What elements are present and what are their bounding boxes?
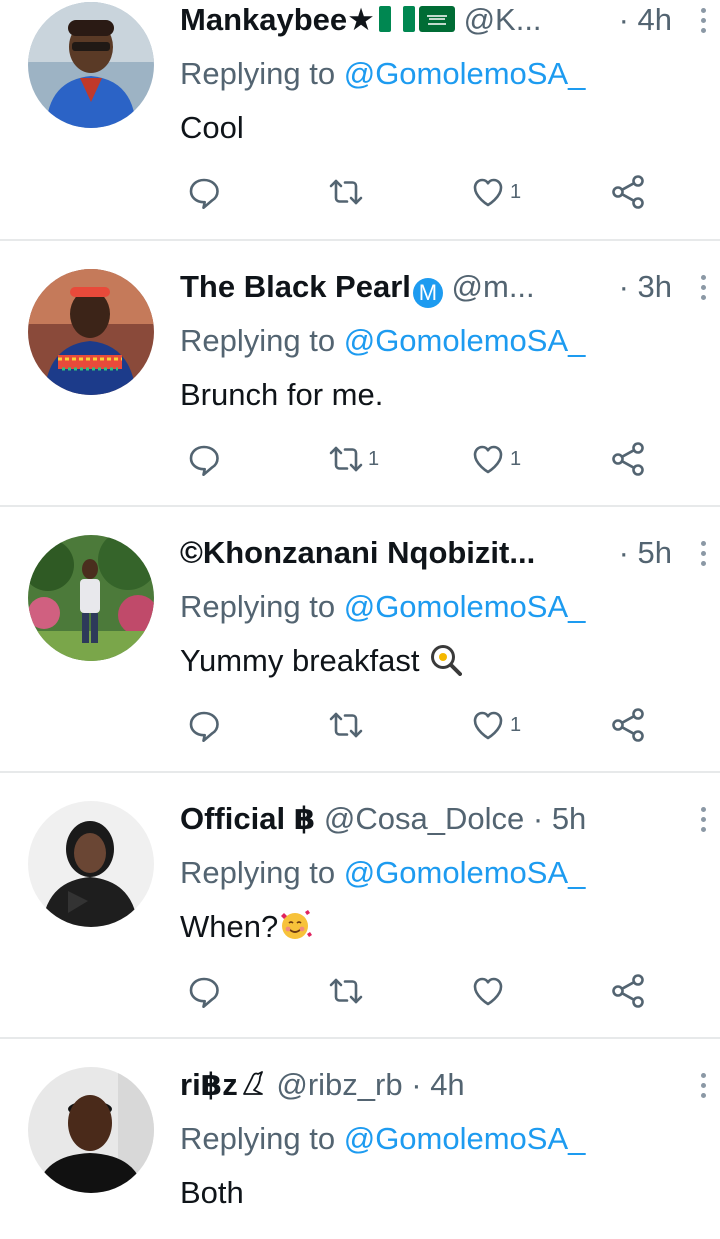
share-button[interactable] xyxy=(608,705,648,745)
timestamp[interactable]: 4h xyxy=(430,1067,464,1102)
share-icon xyxy=(612,442,644,476)
tweet-header: Official ฿ @Cosa_Dolce · 5h xyxy=(180,799,706,839)
display-name[interactable]: ©Khonzanani Nqobizit... xyxy=(180,535,535,570)
frying-pan-egg-icon xyxy=(431,645,463,676)
reply-icon xyxy=(189,445,219,476)
more-options-icon[interactable] xyxy=(700,807,708,843)
mention-link[interactable]: @GomolemoSA_ xyxy=(344,855,586,890)
retweet-icon xyxy=(329,712,363,738)
bird-icon xyxy=(242,1071,263,1095)
reply-icon xyxy=(189,977,219,1008)
tweet-text: Cool xyxy=(180,110,244,145)
replying-to-line: Replying to @GomolemoSA_ xyxy=(180,855,586,890)
avatar[interactable] xyxy=(28,2,154,128)
saudi-flag-icon xyxy=(418,6,455,32)
user-handle[interactable]: @m... xyxy=(452,269,535,304)
timestamp[interactable]: 5h xyxy=(552,801,586,836)
replying-to-line: Replying to @GomolemoSA_ xyxy=(180,589,586,624)
avatar[interactable] xyxy=(28,801,154,927)
tweet-text: When? xyxy=(180,907,688,947)
like-button[interactable] xyxy=(468,971,510,1011)
avatar[interactable] xyxy=(28,535,154,661)
like-button[interactable]: 1 xyxy=(468,172,521,212)
smiling-face-with-hearts-icon xyxy=(281,910,313,939)
reply-tweet[interactable]: The Black Pearl M @m... · 3h Replying to … xyxy=(0,241,720,507)
retweet-button[interactable] xyxy=(326,971,368,1011)
display-name[interactable]: Official ฿ xyxy=(180,801,315,836)
like-button[interactable]: 1 xyxy=(468,439,521,479)
retweet-icon xyxy=(329,179,363,205)
user-handle[interactable]: @K... xyxy=(464,2,542,37)
avatar[interactable] xyxy=(28,1067,154,1193)
like-count: 1 xyxy=(510,180,522,203)
like-count: 1 xyxy=(510,447,522,470)
more-options-icon[interactable] xyxy=(700,8,708,44)
retweet-button[interactable]: 1 xyxy=(326,439,379,479)
action-bar: 1 xyxy=(180,705,688,745)
tweet-header: ©Khonzanani Nqobizit... · 5h xyxy=(180,533,706,573)
more-options-icon[interactable] xyxy=(700,1073,708,1109)
reply-button[interactable] xyxy=(184,439,224,479)
share-icon xyxy=(612,175,644,209)
heart-icon xyxy=(473,178,503,207)
retweet-icon xyxy=(329,978,363,1004)
user-handle[interactable]: @ribz_rb xyxy=(276,1067,402,1102)
share-icon xyxy=(612,708,644,742)
timestamp[interactable]: · 3h xyxy=(619,267,672,307)
action-bar xyxy=(180,971,688,1011)
like-count: 1 xyxy=(510,713,522,736)
reply-tweet[interactable]: Official ฿ @Cosa_Dolce · 5h Replying to … xyxy=(0,773,720,1039)
reply-tweet[interactable]: ri฿z @ribz_rb · 4h Replying to @Gomolemo… xyxy=(0,1039,720,1239)
replying-to-line: Replying to @GomolemoSA_ xyxy=(180,1121,586,1156)
reply-feed: Mankaybee★ @K... · 4h Replying to @Gomol… xyxy=(0,0,720,1233)
more-options-icon[interactable] xyxy=(700,541,708,577)
display-name[interactable]: Mankaybee★ xyxy=(180,2,375,37)
heart-icon xyxy=(473,445,503,474)
share-button[interactable] xyxy=(608,971,648,1011)
action-bar: 1 1 xyxy=(180,439,688,479)
tweet-header: ri฿z @ribz_rb · 4h xyxy=(180,1065,706,1105)
reply-button[interactable] xyxy=(184,172,224,212)
reply-button[interactable] xyxy=(184,705,224,745)
share-button[interactable] xyxy=(608,172,648,212)
like-button[interactable]: 1 xyxy=(468,705,521,745)
retweet-icon xyxy=(329,446,363,472)
m-badge-icon: M xyxy=(412,278,443,308)
timestamp[interactable]: · 4h xyxy=(619,0,672,40)
display-name[interactable]: The Black Pearl xyxy=(180,269,411,304)
tweet-text: Brunch for me. xyxy=(180,377,384,412)
mention-link[interactable]: @GomolemoSA_ xyxy=(344,56,586,91)
reply-icon xyxy=(189,711,219,742)
tweet-header: The Black Pearl M @m... · 3h xyxy=(180,267,706,308)
display-name[interactable]: ri฿z xyxy=(180,1067,238,1102)
tweet-header: Mankaybee★ @K... · 4h xyxy=(180,0,706,40)
heart-icon xyxy=(473,711,503,740)
retweet-count: 1 xyxy=(368,447,380,470)
replying-to-line: Replying to @GomolemoSA_ xyxy=(180,323,586,358)
reply-button[interactable] xyxy=(184,971,224,1011)
timestamp[interactable]: · 5h xyxy=(619,533,672,573)
reply-tweet[interactable]: ©Khonzanani Nqobizit... · 5h Replying to… xyxy=(0,507,720,773)
reply-tweet[interactable]: Mankaybee★ @K... · 4h Replying to @Gomol… xyxy=(0,0,720,241)
mention-link[interactable]: @GomolemoSA_ xyxy=(344,323,586,358)
reply-icon xyxy=(189,178,219,209)
replying-to-line: Replying to @GomolemoSA_ xyxy=(180,56,586,91)
heart-icon xyxy=(473,977,503,1006)
mention-link[interactable]: @GomolemoSA_ xyxy=(344,1121,586,1156)
avatar[interactable] xyxy=(28,269,154,395)
mention-link[interactable]: @GomolemoSA_ xyxy=(344,589,586,624)
tweet-text: Yummy breakfast xyxy=(180,641,688,681)
user-handle[interactable]: @Cosa_Dolce xyxy=(324,801,524,836)
share-button[interactable] xyxy=(608,439,648,479)
tweet-text: Both xyxy=(180,1175,244,1210)
retweet-button[interactable] xyxy=(326,172,368,212)
share-icon xyxy=(612,974,644,1008)
more-options-icon[interactable] xyxy=(700,275,708,311)
nigeria-flag-icon xyxy=(378,6,415,32)
action-bar: 1 xyxy=(180,172,688,212)
retweet-button[interactable] xyxy=(326,705,368,745)
